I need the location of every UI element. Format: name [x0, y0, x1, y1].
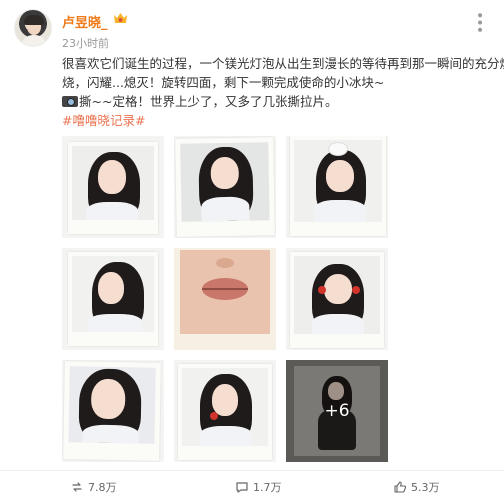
photo-8[interactable]	[174, 360, 276, 462]
like-count: 5.3万	[411, 481, 440, 494]
comment-button[interactable]: 1.7万	[235, 479, 282, 495]
post-text-line-3: 撕~~定格！世界上少了，又多了几张撕拉片。	[62, 92, 492, 111]
repost-icon	[72, 482, 82, 492]
vip-badge-icon	[114, 13, 127, 23]
photo-1[interactable]	[62, 136, 164, 238]
action-bar: 7.8万 1.7万 5.3万	[0, 470, 504, 499]
photo-6[interactable]	[286, 248, 388, 350]
post-header: 卢昱晓_ 23小时前 •••	[0, 0, 504, 56]
photo-grid: +6	[62, 136, 388, 464]
photo-7[interactable]	[62, 360, 164, 462]
photo-2[interactable]	[174, 136, 276, 238]
comment-count: 1.7万	[253, 481, 282, 494]
thumbs-up-icon	[394, 481, 407, 493]
more-options-icon[interactable]: •••	[471, 11, 487, 33]
photo-9[interactable]: +6	[286, 360, 388, 462]
repost-count: 7.8万	[88, 481, 117, 494]
post-content: 很喜欢它们诞生的过程，一个镁光灯泡从出生到漫长的等待再到那一瞬间的充分燃 烧，闪…	[62, 54, 504, 130]
photo-5[interactable]	[174, 248, 276, 350]
photo-4[interactable]	[62, 248, 164, 350]
avatar[interactable]	[14, 9, 52, 47]
camera-icon	[62, 96, 78, 107]
repost-button[interactable]: 7.8万	[70, 479, 117, 495]
photo-3[interactable]	[286, 136, 388, 238]
like-button[interactable]: 5.3万	[393, 479, 440, 495]
more-photos-overlay[interactable]: +6	[286, 360, 388, 462]
hashtag-link[interactable]: #噜噜晓记录#	[62, 111, 492, 130]
post-text-line-2: 烧，闪耀...熄灭！旋转四面，剩下一颗完成使命的小冰块~	[62, 75, 385, 90]
post-time[interactable]: 23小时前	[62, 35, 109, 51]
post-text-line-1: 很喜欢它们诞生的过程，一个镁光灯泡从出生到漫长的等待再到那一瞬间的充分燃	[62, 56, 504, 71]
comment-icon	[236, 482, 248, 493]
username[interactable]: 卢昱晓_	[62, 12, 108, 31]
